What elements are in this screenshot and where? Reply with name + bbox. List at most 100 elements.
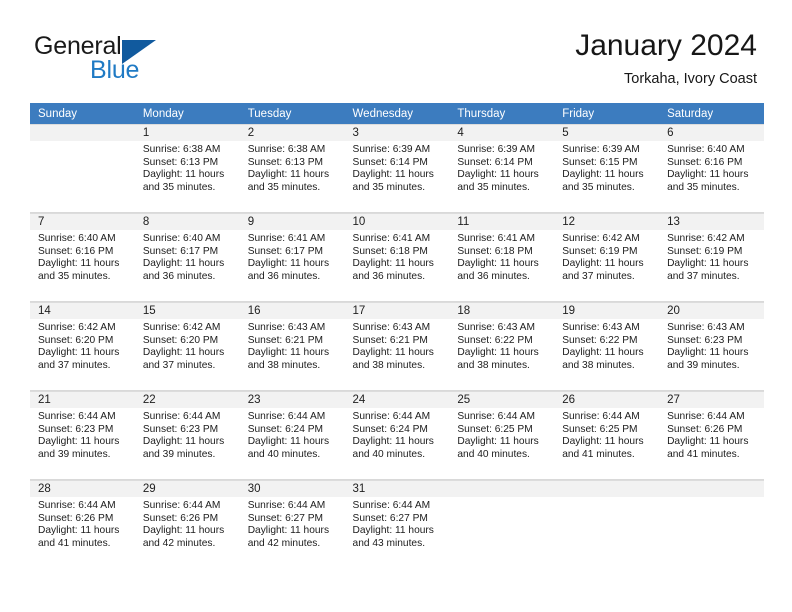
sunset-text: Sunset: 6:14 PM (352, 156, 428, 168)
weekday-header-row: Sunday Monday Tuesday Wednesday Thursday… (30, 103, 764, 124)
daylight-text-line2: and 38 minutes. (457, 359, 530, 371)
day-cell-inner (30, 124, 135, 212)
calendar-day-cell[interactable]: 21 Sunrise: 6:44 AM Sunset: 6:23 PM Dayligh… (30, 390, 135, 480)
daylight-text-line1: Daylight: 11 hours (562, 436, 644, 448)
daylight-text-line2: and 37 minutes. (142, 359, 216, 371)
calendar-day-cell[interactable]: 19 Sunrise: 6:43 AM Sunset: 6:22 PM Dayligh… (554, 301, 660, 391)
calendar-day-cell[interactable]: 9 Sunrise: 6:41 AM Sunset: 6:17 PM Daylight… (239, 212, 345, 302)
day-cell-inner: 12 Sunrise: 6:42 AM Sunset: 6:19 PM Dayligh… (554, 213, 660, 301)
general-blue-logo[interactable]: General Blue (34, 32, 214, 88)
calendar-day-cell[interactable]: 13 Sunrise: 6:42 AM Sunset: 6:19 PM Dayligh… (659, 212, 764, 302)
day-details: Sunrise: 6:44 AM Sunset: 6:23 PM Daylight:… (135, 408, 240, 461)
calendar-day-cell[interactable]: 6 Sunrise: 6:40 AM Sunset: 6:16 PM Daylight… (659, 124, 764, 213)
daylight-text-line1: Daylight: 11 hours (142, 169, 225, 181)
sunrise-text: Sunrise: 6:44 AM (38, 500, 116, 511)
calendar-day-cell[interactable]: 17 Sunrise: 6:43 AM Sunset: 6:21 PM Dayligh… (344, 301, 450, 391)
calendar-day-cell[interactable]: 12 Sunrise: 6:42 AM Sunset: 6:19 PM Dayligh… (554, 212, 660, 302)
sunrise-text: Sunrise: 6:38 AM (142, 144, 221, 155)
day-number (659, 480, 764, 497)
sunset-text: Sunset: 6:24 PM (352, 423, 428, 435)
day-cell-inner: 27 Sunrise: 6:44 AM Sunset: 6:26 PM Dayligh… (659, 391, 764, 479)
day-number (30, 124, 135, 141)
day-details: Sunrise: 6:39 AM Sunset: 6:14 PM Daylight:… (345, 141, 450, 194)
day-number: 3 (344, 124, 450, 141)
day-cell-inner: 23 Sunrise: 6:44 AM Sunset: 6:24 PM Dayligh… (239, 391, 345, 479)
calendar-day-cell[interactable]: 18 Sunrise: 6:43 AM Sunset: 6:22 PM Dayligh… (449, 301, 555, 391)
day-cell-inner (659, 480, 764, 568)
daylight-text-line2: and 39 minutes. (142, 448, 216, 460)
sunrise-text: Sunrise: 6:43 AM (352, 322, 431, 333)
calendar-day-cell[interactable]: 20 Sunrise: 6:43 AM Sunset: 6:23 PM Dayligh… (659, 301, 764, 391)
sunset-text: Sunset: 6:19 PM (562, 245, 638, 257)
calendar-day-cell[interactable]: 16 Sunrise: 6:43 AM Sunset: 6:21 PM Dayligh… (239, 301, 345, 391)
day-number: 14 (30, 302, 135, 319)
daylight-text-line1: Daylight: 11 hours (562, 347, 644, 359)
day-number: 6 (659, 124, 764, 141)
daylight-text-line2: and 41 minutes. (667, 448, 740, 460)
calendar-day-cell[interactable]: 24 Sunrise: 6:44 AM Sunset: 6:24 PM Dayligh… (344, 390, 450, 480)
day-number: 25 (449, 391, 555, 408)
day-details: Sunrise: 6:41 AM Sunset: 6:18 PM Daylight:… (345, 230, 450, 283)
calendar-day-cell[interactable]: 1 Sunrise: 6:38 AM Sunset: 6:13 PM Daylight… (134, 124, 240, 213)
logo-text-blue: Blue (90, 56, 140, 84)
calendar-day-cell[interactable]: 7 Sunrise: 6:40 AM Sunset: 6:16 PM Daylight… (30, 212, 135, 302)
title-block: January 2024 Torkaha, Ivory Coast (575, 28, 757, 90)
calendar-day-cell[interactable]: 15 Sunrise: 6:42 AM Sunset: 6:20 PM Dayligh… (134, 301, 240, 391)
daylight-text-line1: Daylight: 11 hours (142, 347, 225, 359)
calendar-week-row: 1 Sunrise: 6:38 AM Sunset: 6:13 PM Daylight… (30, 124, 764, 213)
calendar-day-cell-empty (554, 479, 660, 568)
calendar-day-cell[interactable]: 8 Sunrise: 6:40 AM Sunset: 6:17 PM Daylight… (134, 212, 240, 302)
daylight-text-line1: Daylight: 11 hours (667, 258, 749, 270)
calendar-day-cell[interactable]: 27 Sunrise: 6:44 AM Sunset: 6:26 PM Dayligh… (659, 390, 764, 480)
calendar-day-cell[interactable]: 14 Sunrise: 6:42 AM Sunset: 6:20 PM Dayligh… (30, 301, 135, 391)
daylight-text-line1: Daylight: 11 hours (352, 347, 434, 359)
calendar-day-cell[interactable]: 4 Sunrise: 6:39 AM Sunset: 6:14 PM Daylight… (449, 124, 555, 213)
sunrise-text: Sunrise: 6:44 AM (352, 411, 431, 422)
daylight-text-line1: Daylight: 11 hours (457, 258, 539, 270)
calendar-day-cell[interactable]: 31 Sunrise: 6:44 AM Sunset: 6:27 PM Dayligh… (344, 479, 450, 568)
calendar-day-cell[interactable]: 30 Sunrise: 6:44 AM Sunset: 6:27 PM Dayligh… (239, 479, 345, 568)
calendar-day-cell[interactable]: 22 Sunrise: 6:44 AM Sunset: 6:23 PM Dayligh… (134, 390, 240, 480)
day-number: 28 (30, 480, 135, 497)
daylight-text-line2: and 41 minutes. (38, 537, 111, 549)
daylight-text-line2: and 42 minutes. (142, 537, 216, 549)
weekday-header-monday: Monday (134, 103, 240, 124)
day-details: Sunrise: 6:42 AM Sunset: 6:19 PM Daylight:… (554, 230, 659, 283)
sunrise-text: Sunrise: 6:42 AM (142, 322, 221, 333)
daylight-text-line1: Daylight: 11 hours (562, 169, 644, 181)
daylight-text-line2: and 35 minutes. (247, 181, 321, 193)
calendar-day-cell[interactable]: 3 Sunrise: 6:39 AM Sunset: 6:14 PM Daylight… (344, 124, 450, 213)
day-cell-inner: 4 Sunrise: 6:39 AM Sunset: 6:14 PM Daylight… (449, 124, 555, 212)
daylight-text-line1: Daylight: 11 hours (38, 258, 120, 270)
calendar-day-cell[interactable]: 5 Sunrise: 6:39 AM Sunset: 6:15 PM Daylight… (554, 124, 660, 213)
calendar-day-cell[interactable]: 26 Sunrise: 6:44 AM Sunset: 6:25 PM Dayligh… (554, 390, 660, 480)
calendar-day-cell[interactable]: 2 Sunrise: 6:38 AM Sunset: 6:13 PM Daylight… (239, 124, 345, 213)
day-number: 27 (659, 391, 764, 408)
day-details: Sunrise: 6:38 AM Sunset: 6:13 PM Daylight:… (240, 141, 345, 194)
calendar-day-cell[interactable]: 29 Sunrise: 6:44 AM Sunset: 6:26 PM Dayligh… (134, 479, 240, 568)
sunrise-text: Sunrise: 6:44 AM (457, 411, 535, 422)
daylight-text-line1: Daylight: 11 hours (142, 258, 225, 270)
daylight-text-line2: and 36 minutes. (457, 270, 530, 282)
calendar-day-cell[interactable]: 11 Sunrise: 6:41 AM Sunset: 6:18 PM Dayligh… (449, 212, 555, 302)
day-details: Sunrise: 6:40 AM Sunset: 6:16 PM Daylight:… (659, 141, 764, 194)
daylight-text-line1: Daylight: 11 hours (457, 436, 539, 448)
calendar-day-cell[interactable]: 10 Sunrise: 6:41 AM Sunset: 6:18 PM Dayligh… (344, 212, 450, 302)
daylight-text-line2: and 35 minutes. (457, 181, 530, 193)
calendar-day-cell[interactable]: 23 Sunrise: 6:44 AM Sunset: 6:24 PM Dayligh… (239, 390, 345, 480)
day-cell-inner: 15 Sunrise: 6:42 AM Sunset: 6:20 PM Dayligh… (134, 302, 240, 390)
sunset-text: Sunset: 6:25 PM (562, 423, 638, 435)
daylight-text-line1: Daylight: 11 hours (38, 347, 120, 359)
day-number: 18 (449, 302, 555, 319)
calendar-day-cell[interactable]: 25 Sunrise: 6:44 AM Sunset: 6:25 PM Dayligh… (449, 390, 555, 480)
calendar-day-cell-empty (449, 479, 555, 568)
day-cell-inner: 14 Sunrise: 6:42 AM Sunset: 6:20 PM Dayligh… (30, 302, 135, 390)
weekday-header-wednesday: Wednesday (344, 103, 450, 124)
daylight-text-line2: and 35 minutes. (38, 270, 111, 282)
calendar-day-cell[interactable]: 28 Sunrise: 6:44 AM Sunset: 6:26 PM Dayligh… (30, 479, 135, 568)
day-cell-inner: 1 Sunrise: 6:38 AM Sunset: 6:13 PM Daylight… (134, 124, 240, 212)
sunrise-text: Sunrise: 6:44 AM (247, 500, 326, 511)
day-cell-inner: 20 Sunrise: 6:43 AM Sunset: 6:23 PM Dayligh… (659, 302, 764, 390)
day-cell-inner: 18 Sunrise: 6:43 AM Sunset: 6:22 PM Dayligh… (449, 302, 555, 390)
day-cell-inner: 22 Sunrise: 6:44 AM Sunset: 6:23 PM Dayligh… (134, 391, 240, 479)
